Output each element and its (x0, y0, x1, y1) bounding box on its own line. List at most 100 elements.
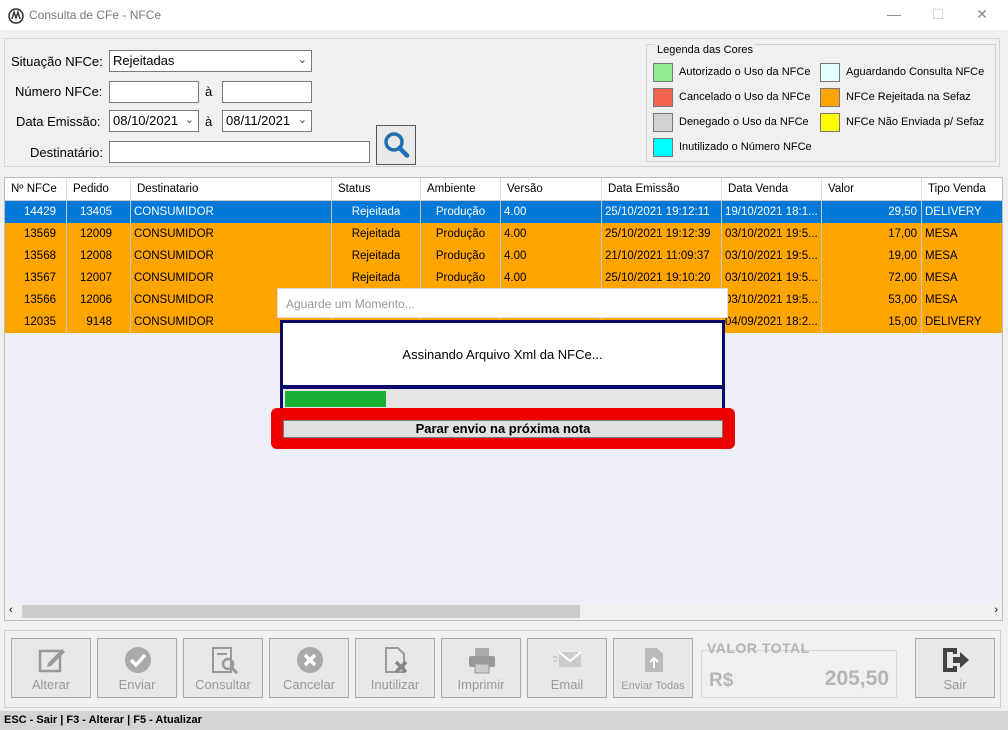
exit-button[interactable]: Sair (915, 638, 995, 698)
numero-from-input[interactable] (109, 81, 199, 103)
table-cell: DELIVERY (922, 311, 1002, 333)
toolbar-button-label: Alterar (31, 677, 71, 692)
title-bar: Consulta de CFe - NFCe — ☐ ✕ (0, 0, 1008, 30)
consultar-button[interactable]: Consultar (183, 638, 263, 698)
table-cell: 03/10/2021 19:5... (722, 289, 822, 311)
column-header[interactable]: Data Venda (722, 178, 822, 201)
maximize-button[interactable]: ☐ (926, 4, 950, 24)
column-header[interactable]: Tipo Venda (922, 178, 1002, 201)
table-cell: 72,00 (822, 267, 922, 289)
column-header[interactable]: Data Emissão (602, 178, 722, 201)
inutilizar-button[interactable]: Inutilizar (355, 638, 435, 698)
numero-range-separator: à (205, 84, 213, 99)
horizontal-scrollbar[interactable]: ‹ › (5, 603, 1002, 620)
table-cell: 17,00 (822, 223, 922, 245)
progress-message: Assinando Arquivo Xml da NFCe... (402, 347, 603, 362)
table-cell: CONSUMIDOR (131, 223, 332, 245)
scroll-right-arrow-icon[interactable]: › (994, 604, 998, 616)
table-cell: 9148 (67, 311, 131, 333)
table-cell: 12035 (5, 311, 67, 333)
enviar-todas-button[interactable]: Enviar Todas (613, 638, 693, 698)
table-cell: 03/10/2021 19:5... (722, 245, 822, 267)
column-header[interactable]: Status (332, 178, 421, 201)
table-cell: Rejeitada (332, 223, 421, 245)
table-cell: MESA (922, 267, 1002, 289)
situacao-value: Rejeitadas (113, 53, 175, 68)
enviar-button[interactable]: Enviar (97, 638, 177, 698)
progress-dialog-message-box: Assinando Arquivo Xml da NFCe... (280, 320, 725, 388)
column-header[interactable]: Nº NFCe (5, 178, 67, 201)
search-button[interactable] (376, 125, 416, 165)
legend-label: Aguardando Consulta NFCe (846, 66, 985, 78)
legend-title: Legenda das Cores (655, 44, 756, 56)
column-header[interactable]: Valor (822, 178, 922, 201)
data-range-separator: à (205, 114, 213, 129)
progress-bar-fill (285, 391, 386, 407)
table-cell: 4.00 (501, 245, 602, 267)
email-button[interactable]: Email (527, 638, 607, 698)
table-cell: 13568 (5, 245, 67, 267)
window-title: Consulta de CFe - NFCe (29, 8, 162, 22)
table-cell: DELIVERY (922, 201, 1002, 223)
table-cell: Rejeitada (332, 201, 421, 223)
table-cell: 12009 (67, 223, 131, 245)
exit-label: Sair (943, 677, 967, 692)
table-cell: 4.00 (501, 201, 602, 223)
numero-label: Número NFCe: (15, 84, 103, 99)
column-header[interactable]: Pedido (67, 178, 131, 201)
chevron-down-icon: ⌄ (297, 114, 307, 126)
table-cell: 13567 (5, 267, 67, 289)
alterar-button[interactable]: Alterar (11, 638, 91, 698)
cancelar-button[interactable]: Cancelar (269, 638, 349, 698)
app-logo-icon (8, 8, 24, 24)
toolbar-button-label: Email (550, 677, 584, 692)
column-header[interactable]: Versão (501, 178, 602, 201)
table-cell: 12008 (67, 245, 131, 267)
column-header[interactable]: Ambiente (421, 178, 501, 201)
table-row[interactable]: 13569 12009 CONSUMIDOR Rejeitada Produção 4.0… (5, 223, 1002, 245)
total-panel: VALOR TOTAL R$ 205,50 (701, 640, 899, 700)
scrollbar-thumb[interactable] (22, 605, 580, 618)
destinatario-input[interactable] (109, 141, 370, 163)
table-cell: 03/10/2021 19:5... (722, 267, 822, 289)
table-cell: 21/10/2021 11:09:37 (602, 245, 722, 267)
stop-sending-button[interactable]: Parar envio na próxima nota (283, 420, 723, 438)
legend-swatch (820, 63, 840, 82)
table-cell: 29,50 (822, 201, 922, 223)
imprimir-button[interactable]: Imprimir (441, 638, 521, 698)
table-cell: Produção (421, 267, 501, 289)
table-cell: Rejeitada (332, 245, 421, 267)
table-cell: 53,00 (822, 289, 922, 311)
minimize-button[interactable]: — (882, 4, 906, 24)
toolbar-button-label: Cancelar (282, 677, 336, 692)
status-bar: ESC - Sair | F3 - Alterar | F5 - Atualiz… (0, 711, 1008, 730)
toolbar-button-label: Enviar (118, 677, 156, 692)
table-cell: 25/10/2021 19:12:11 (602, 201, 722, 223)
table-cell: 14429 (5, 201, 67, 223)
table-row[interactable]: 13568 12008 CONSUMIDOR Rejeitada Produção 4.0… (5, 245, 1002, 267)
legend-swatch (653, 113, 673, 132)
data-to-picker[interactable]: 08/11/2021 ⌄ (222, 110, 312, 132)
table-row-selected[interactable]: 14429 13405 CONSUMIDOR Rejeitada Produção 4.0… (5, 201, 1002, 223)
numero-to-input[interactable] (222, 81, 312, 103)
legend-label: Denegado o Uso da NFCe (679, 116, 809, 128)
table-cell: MESA (922, 223, 1002, 245)
situacao-select[interactable]: Rejeitadas ⌄ (109, 50, 312, 72)
column-header[interactable]: Destinatario (131, 178, 332, 201)
data-from-picker[interactable]: 08/10/2021 ⌄ (109, 110, 199, 132)
situacao-label: Situação NFCe: (11, 54, 103, 69)
table-cell: 13405 (67, 201, 131, 223)
legend-swatch (820, 113, 840, 132)
table-row[interactable]: 13567 12007 CONSUMIDOR Rejeitada Produção 4.0… (5, 267, 1002, 289)
toolbar-button-label: Consultar (195, 677, 251, 692)
email-icon (553, 651, 582, 667)
table-cell: 12006 (67, 289, 131, 311)
table-cell: MESA (922, 289, 1002, 311)
progress-dialog-title: Aguarde um Momento... (286, 297, 415, 311)
table-cell: CONSUMIDOR (131, 201, 332, 223)
chevron-down-icon: ⌄ (297, 54, 307, 66)
close-button[interactable]: ✕ (970, 4, 994, 24)
scroll-left-arrow-icon[interactable]: ‹ (9, 604, 13, 616)
check-icon (125, 647, 151, 673)
table-cell: 15,00 (822, 311, 922, 333)
